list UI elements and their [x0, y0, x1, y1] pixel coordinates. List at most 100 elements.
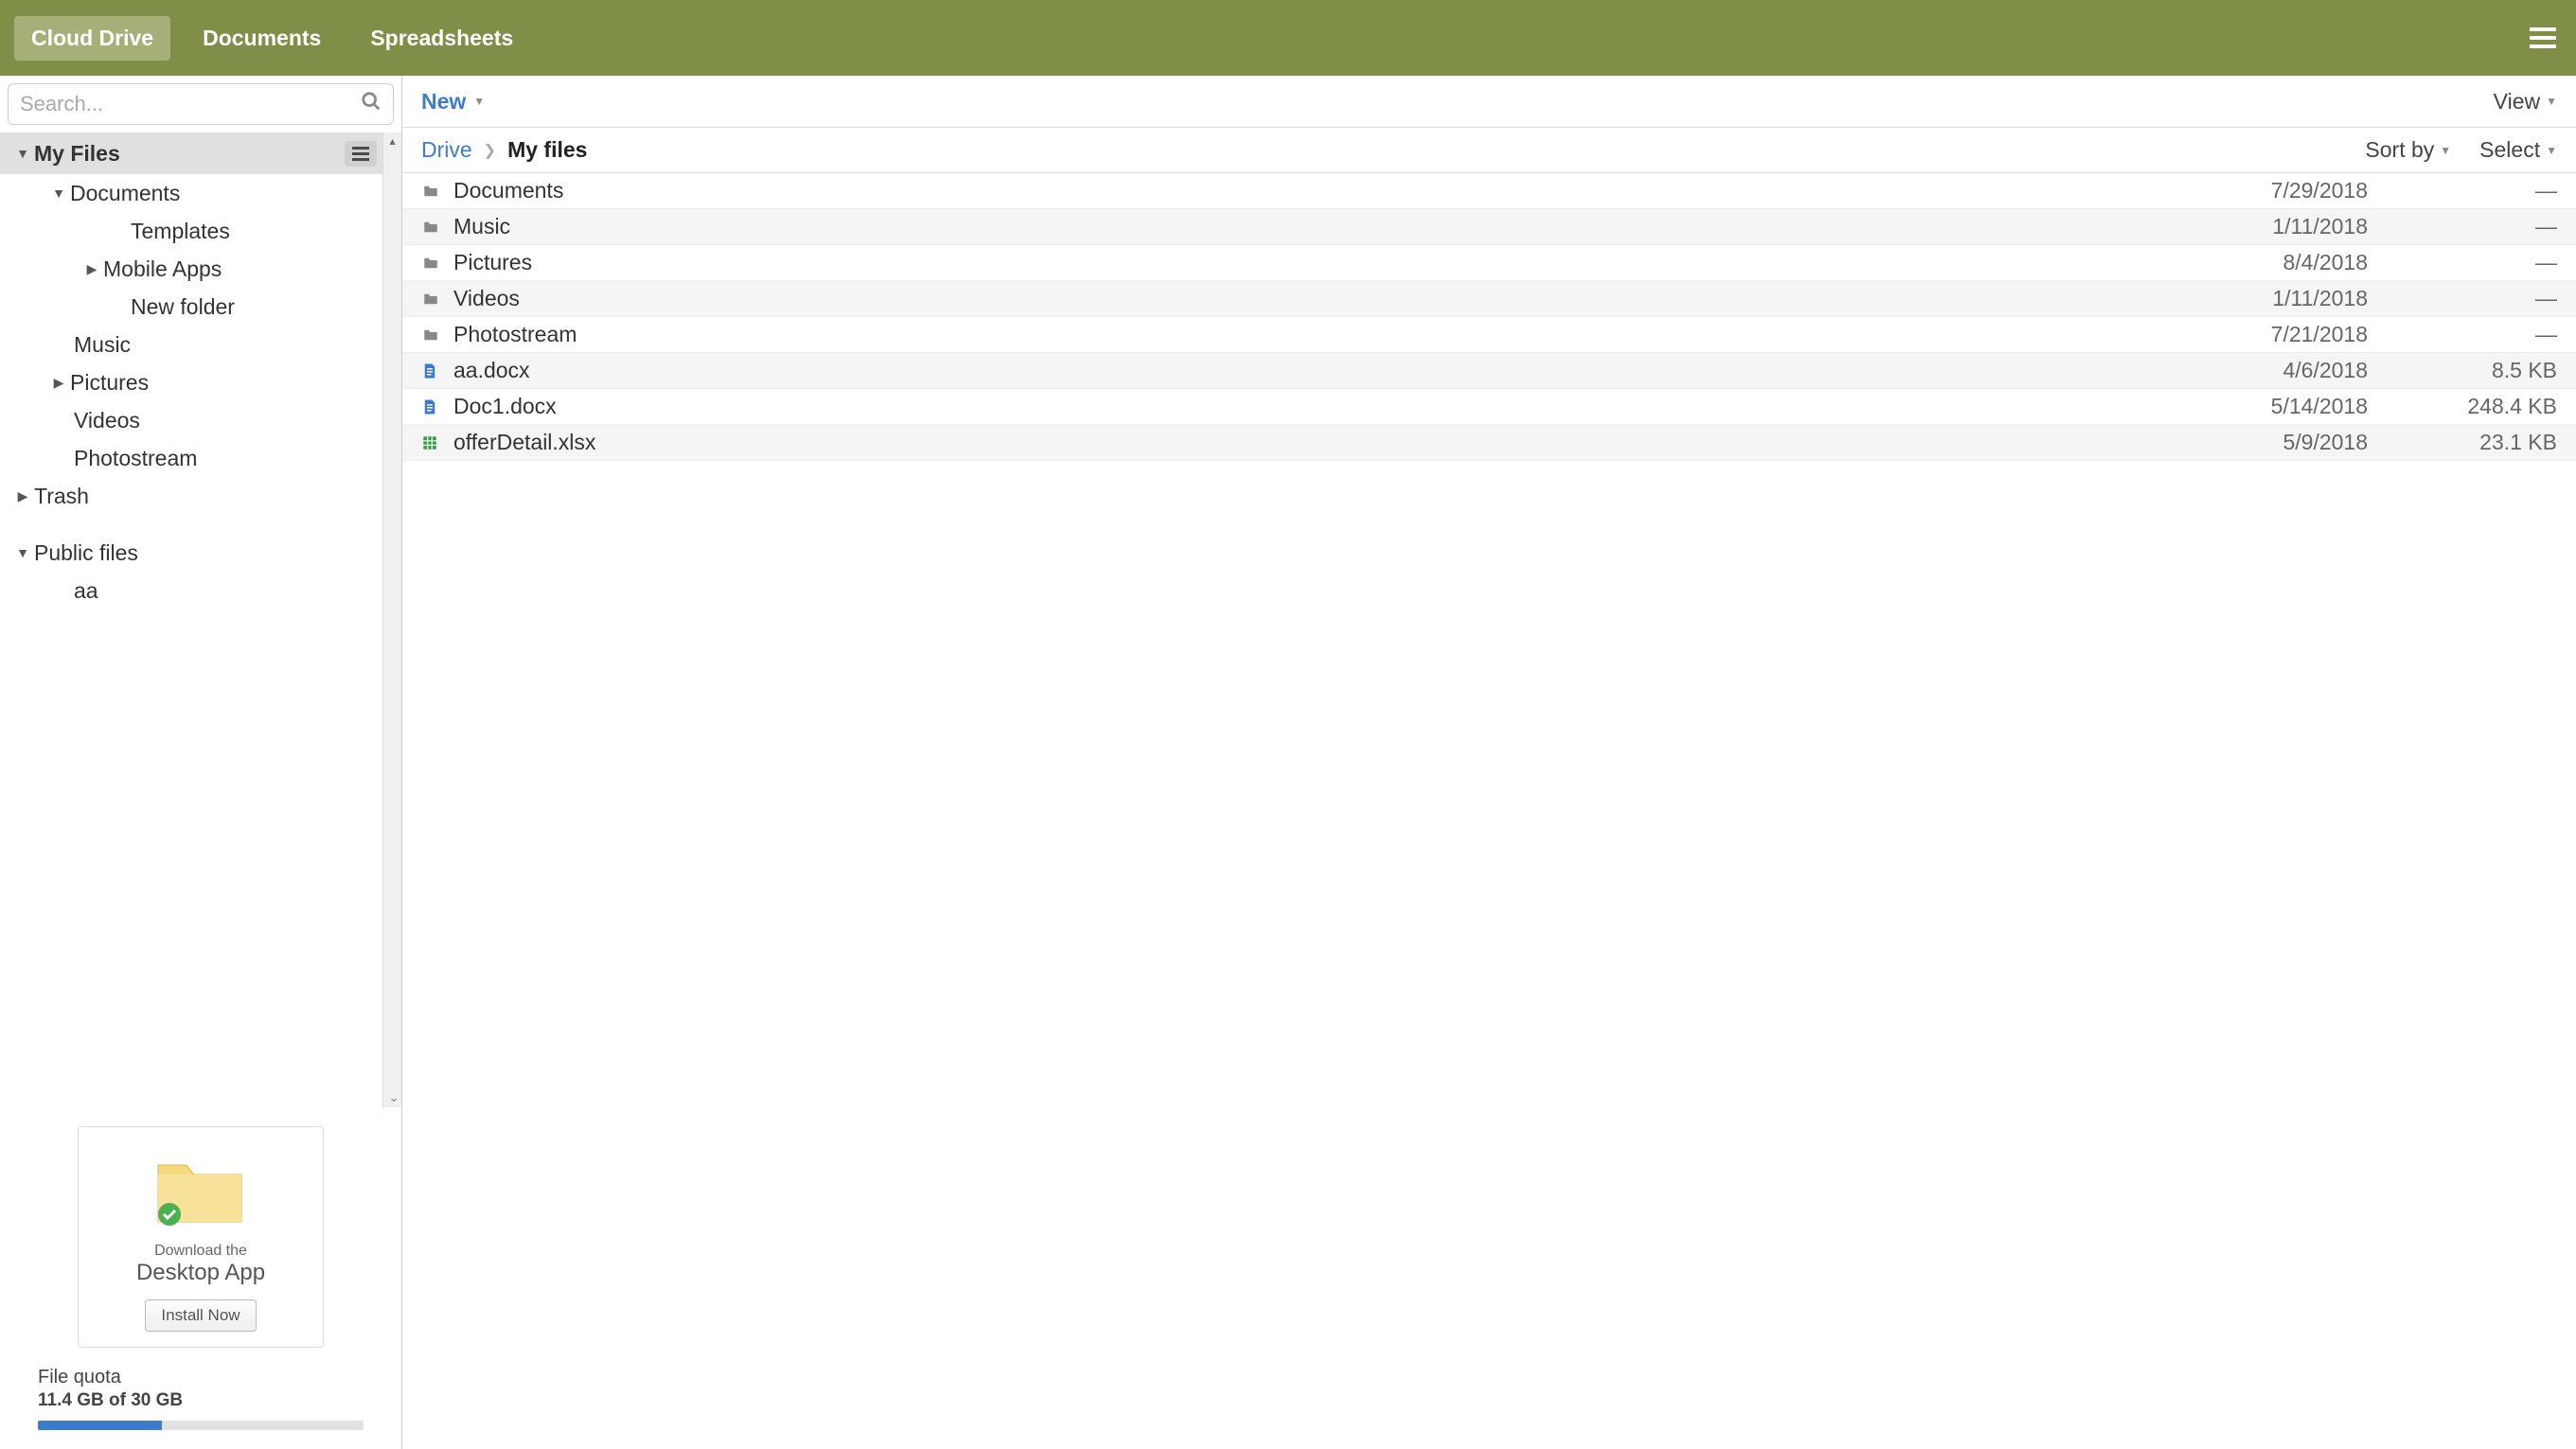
sort-by-button[interactable]: Sort by ▼ [2365, 137, 2451, 163]
file-date: 8/4/2018 [2178, 250, 2368, 275]
sidebar-content: ▼ My Files ▼ Documents ▶ Templates ▶ Mob… [0, 133, 382, 1107]
file-row[interactable]: offerDetail.xlsx5/9/201823.1 KB [402, 425, 2576, 461]
file-size: — [2368, 214, 2557, 239]
tree-item-aa[interactable]: aa [0, 572, 382, 610]
top-bar: Cloud Drive Documents Spreadsheets [0, 0, 2576, 76]
tree-label: New folder [131, 294, 382, 320]
sidebar: ▼ My Files ▼ Documents ▶ Templates ▶ Mob… [0, 76, 402, 1449]
folder-icon [421, 183, 453, 200]
tree-item-new-folder[interactable]: ▶ New folder [0, 288, 382, 326]
breadcrumb-drive[interactable]: Drive [421, 137, 472, 163]
content-toolbar: New ▼ View ▼ [402, 76, 2576, 128]
search-icon[interactable] [361, 91, 382, 117]
file-name: offerDetail.xlsx [453, 430, 2178, 455]
file-date: 7/29/2018 [2178, 178, 2368, 203]
tree-label: aa [74, 578, 382, 604]
file-date: 5/14/2018 [2178, 394, 2368, 419]
quota-used: 11.4 GB of 30 GB [38, 1390, 364, 1411]
tree-root-menu-icon[interactable] [345, 141, 377, 167]
folder-sync-icon [149, 1146, 253, 1231]
promo-line2: Desktop App [88, 1260, 313, 1286]
file-size: — [2368, 178, 2557, 203]
caret-down-icon: ▼ [473, 95, 485, 108]
tree-root-label: My Files [34, 141, 337, 167]
tree-label: Videos [74, 408, 382, 433]
tab-spreadsheets[interactable]: Spreadsheets [353, 16, 530, 61]
file-row[interactable]: Photostream7/21/2018— [402, 317, 2576, 353]
file-list[interactable]: Documents7/29/2018—Music1/11/2018—Pictur… [402, 173, 2576, 1449]
document-icon [421, 362, 453, 380]
scroll-toggle-icon[interactable]: ⌄ [388, 1089, 400, 1105]
file-date: 1/11/2018 [2178, 286, 2368, 311]
file-name: Documents [453, 178, 2178, 203]
folder-icon [421, 219, 453, 236]
menu-icon[interactable] [2524, 22, 2562, 54]
main: ▼ My Files ▼ Documents ▶ Templates ▶ Mob… [0, 76, 2576, 1449]
promo-line1: Download the [88, 1243, 313, 1260]
caret-right-icon: ▶ [80, 261, 103, 277]
select-label: Select [2479, 137, 2540, 163]
caret-down-icon: ▼ [2546, 95, 2557, 108]
tree-item-photostream[interactable]: Photostream [0, 439, 382, 477]
caret-right-icon: ▶ [11, 488, 34, 504]
tree-item-trash[interactable]: ▶ Trash [0, 477, 382, 515]
file-row[interactable]: Videos1/11/2018— [402, 281, 2576, 317]
view-button[interactable]: View ▼ [2494, 89, 2557, 115]
tree-root-my-files[interactable]: ▼ My Files [0, 133, 382, 174]
quota-section: File quota 11.4 GB of 30 GB [0, 1357, 401, 1449]
tree-label: Mobile Apps [103, 256, 382, 282]
file-size: 248.4 KB [2368, 394, 2557, 419]
breadcrumb: Drive ❯ My files [421, 137, 587, 163]
content: New ▼ View ▼ Drive ❯ My files Sort by ▼ … [402, 76, 2576, 1449]
header-tabs: Cloud Drive Documents Spreadsheets [14, 16, 530, 61]
search-input[interactable] [20, 92, 361, 116]
folder-icon [421, 255, 453, 272]
tree-item-pictures[interactable]: ▶ Pictures [0, 363, 382, 401]
caret-down-icon: ▼ [11, 545, 34, 560]
breadcrumb-current: My files [507, 137, 587, 163]
tree-item-videos[interactable]: Videos [0, 401, 382, 439]
caret-down-icon: ▼ [11, 146, 34, 161]
sidebar-scroll: ▼ My Files ▼ Documents ▶ Templates ▶ Mob… [0, 133, 401, 1107]
tree-label: Music [74, 332, 382, 358]
install-now-button[interactable]: Install Now [145, 1299, 256, 1332]
quota-fill [38, 1421, 162, 1430]
file-row[interactable]: Pictures8/4/2018— [402, 245, 2576, 281]
caret-down-icon: ▼ [2440, 144, 2451, 157]
caret-down-icon: ▼ [2546, 144, 2557, 157]
tree-label: Pictures [70, 370, 382, 396]
folder-icon [421, 327, 453, 344]
file-date: 1/11/2018 [2178, 214, 2368, 239]
caret-down-icon: ▼ [47, 186, 70, 201]
select-button[interactable]: Select ▼ [2479, 137, 2557, 163]
file-row[interactable]: Doc1.docx5/14/2018248.4 KB [402, 389, 2576, 425]
file-size: — [2368, 322, 2557, 347]
tree-label: Documents [70, 181, 382, 206]
file-row[interactable]: Music1/11/2018— [402, 209, 2576, 245]
tab-cloud-drive[interactable]: Cloud Drive [14, 16, 170, 61]
new-label: New [421, 89, 466, 115]
tree-item-templates[interactable]: ▶ Templates [0, 212, 382, 250]
new-button[interactable]: New ▼ [421, 89, 485, 115]
file-name: Pictures [453, 250, 2178, 275]
chevron-right-icon: ❯ [484, 141, 496, 160]
tab-documents[interactable]: Documents [186, 16, 338, 61]
sort-label: Sort by [2365, 137, 2434, 163]
file-name: Videos [453, 286, 2178, 311]
file-date: 4/6/2018 [2178, 358, 2368, 383]
desktop-app-promo: Download the Desktop App Install Now [78, 1126, 324, 1348]
file-date: 5/9/2018 [2178, 430, 2368, 455]
sidebar-scrollbar[interactable]: ▴ ⌄ [382, 133, 401, 1107]
tree-item-public-files[interactable]: ▼ Public files [0, 534, 382, 572]
file-size: 8.5 KB [2368, 358, 2557, 383]
quota-bar [38, 1421, 364, 1430]
spreadsheet-icon [421, 433, 453, 452]
file-row[interactable]: Documents7/29/2018— [402, 173, 2576, 209]
file-row[interactable]: aa.docx4/6/20188.5 KB [402, 353, 2576, 389]
search-box[interactable] [8, 83, 394, 125]
tree-item-music[interactable]: Music [0, 326, 382, 363]
scroll-up-icon[interactable]: ▴ [383, 134, 401, 148]
tree-item-documents[interactable]: ▼ Documents [0, 174, 382, 212]
tree-item-mobile-apps[interactable]: ▶ Mobile Apps [0, 250, 382, 288]
tree-label: Photostream [74, 446, 382, 471]
